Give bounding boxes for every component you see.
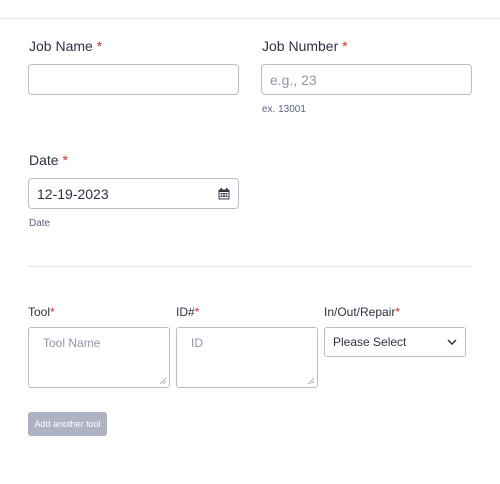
tool-label-text: Tool: [28, 305, 51, 319]
date-required-mark: *: [62, 152, 68, 168]
date-sublabel: Date: [29, 218, 51, 229]
id-label-text: ID#: [176, 305, 195, 319]
calendar-icon[interactable]: [218, 187, 230, 200]
job-number-required-mark: *: [342, 38, 348, 54]
date-label-text: Date: [29, 152, 59, 168]
top-divider: [0, 18, 500, 19]
tool-label: Tool*: [28, 305, 55, 319]
id-label: ID#*: [176, 305, 199, 319]
tool-name-textarea[interactable]: Tool Name: [28, 327, 170, 388]
id-required-mark: *: [194, 305, 200, 319]
job-number-input[interactable]: e.g., 23: [261, 64, 472, 95]
date-label: Date *: [29, 152, 68, 168]
job-number-sublabel: ex. 13001: [262, 104, 306, 115]
job-name-label: Job Name *: [29, 38, 102, 54]
add-another-tool-button[interactable]: Add another tool: [28, 412, 107, 436]
job-number-label-text: Job Number: [262, 38, 339, 54]
id-textarea[interactable]: ID: [176, 327, 318, 388]
job-name-input[interactable]: [28, 64, 239, 95]
resize-handle-icon[interactable]: [160, 378, 166, 384]
job-number-placeholder: e.g., 23: [270, 71, 317, 88]
tool-name-placeholder: Tool Name: [43, 336, 101, 350]
status-label: In/Out/Repair*: [324, 305, 400, 319]
status-selected-value: Please Select: [333, 335, 407, 349]
id-placeholder: ID: [191, 336, 203, 350]
date-value: 12-19-2023: [37, 185, 109, 202]
section-divider: [28, 266, 472, 267]
job-number-label: Job Number *: [262, 38, 348, 54]
date-input[interactable]: 12-19-2023: [28, 178, 239, 209]
tool-required-mark: *: [50, 305, 55, 319]
status-required-mark: *: [395, 305, 401, 319]
chevron-down-icon: [447, 339, 457, 345]
job-name-label-text: Job Name: [29, 38, 93, 54]
status-label-text: In/Out/Repair: [324, 305, 396, 319]
resize-handle-icon[interactable]: [308, 378, 314, 384]
status-select[interactable]: Please Select: [324, 327, 466, 357]
job-name-required-mark: *: [96, 38, 103, 54]
